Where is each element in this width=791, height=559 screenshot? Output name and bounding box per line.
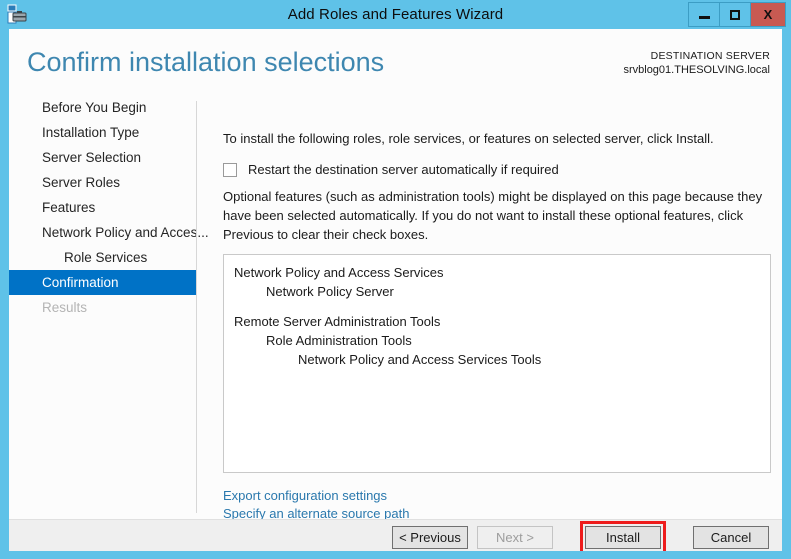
wizard-footer: < Previous Next > Install Cancel: [9, 519, 782, 551]
maximize-icon: [730, 9, 740, 20]
close-button[interactable]: X: [750, 2, 786, 27]
restart-checkbox-label: Restart the destination server automatic…: [248, 162, 559, 177]
content-links: Export configuration settings Specify an…: [223, 487, 409, 523]
footer-button-bar: < Previous Next > Install Cancel: [383, 521, 769, 551]
list-item: Remote Server Administration Tools: [234, 314, 441, 329]
list-item: Network Policy and Access Services: [234, 265, 444, 280]
sidebar-item-confirmation[interactable]: Confirmation: [9, 270, 196, 295]
list-item: Network Policy Server: [266, 284, 394, 299]
wizard-steps-nav: Before You Begin Installation Type Serve…: [9, 95, 209, 519]
sidebar-item-network-policy-and-access[interactable]: Network Policy and Acces...: [9, 220, 209, 245]
minimize-icon: [698, 16, 710, 19]
minimize-button[interactable]: [688, 2, 720, 27]
destination-server-block: DESTINATION SERVER srvblog01.THESOLVING.…: [623, 49, 770, 77]
list-item: Role Administration Tools: [266, 333, 412, 348]
sidebar-item-features[interactable]: Features: [9, 195, 196, 220]
wizard-window: Add Roles and Features Wizard X Confirm …: [0, 0, 791, 559]
wizard-frame: Confirm installation selections DESTINAT…: [9, 29, 782, 551]
restart-checkbox[interactable]: [223, 162, 237, 177]
page-title: Confirm installation selections: [27, 47, 385, 77]
list-item: Network Policy and Access Services Tools: [298, 352, 542, 367]
destination-server-label: DESTINATION SERVER: [650, 50, 770, 62]
maximize-button[interactable]: [719, 2, 751, 27]
optional-features-note: Optional features (such as administratio…: [223, 189, 763, 242]
sidebar-item-installation-type[interactable]: Installation Type: [9, 120, 196, 145]
selection-summary-listbox[interactable]: Network Policy and Access Services Netwo…: [223, 254, 771, 473]
export-configuration-settings-link[interactable]: Export configuration settings: [223, 487, 409, 505]
previous-button[interactable]: < Previous: [392, 526, 468, 549]
install-button-wrapper: Install: [580, 521, 666, 551]
title-bar: Add Roles and Features Wizard X: [0, 0, 791, 29]
sidebar-item-before-you-begin[interactable]: Before You Begin: [9, 95, 196, 120]
install-instruction-text: To install the following roles, role ser…: [223, 131, 714, 146]
sidebar-item-server-selection[interactable]: Server Selection: [9, 145, 196, 170]
sidebar-item-role-services[interactable]: Role Services: [9, 245, 196, 270]
page-header: Confirm installation selections DESTINAT…: [9, 29, 782, 95]
install-button[interactable]: Install: [585, 526, 661, 549]
sidebar-item-results: Results: [42, 300, 88, 315]
destination-server-name: srvblog01.THESOLVING.local: [623, 64, 770, 76]
page-content: To install the following roles, role ser…: [197, 95, 782, 521]
next-button: Next >: [477, 526, 553, 549]
window-title: Add Roles and Features Wizard: [287, 6, 504, 23]
sidebar-item-server-roles[interactable]: Server Roles: [9, 170, 196, 195]
cancel-button[interactable]: Cancel: [693, 526, 769, 549]
window-controls: X: [688, 2, 786, 27]
restart-checkbox-row[interactable]: Restart the destination server automatic…: [223, 162, 559, 177]
